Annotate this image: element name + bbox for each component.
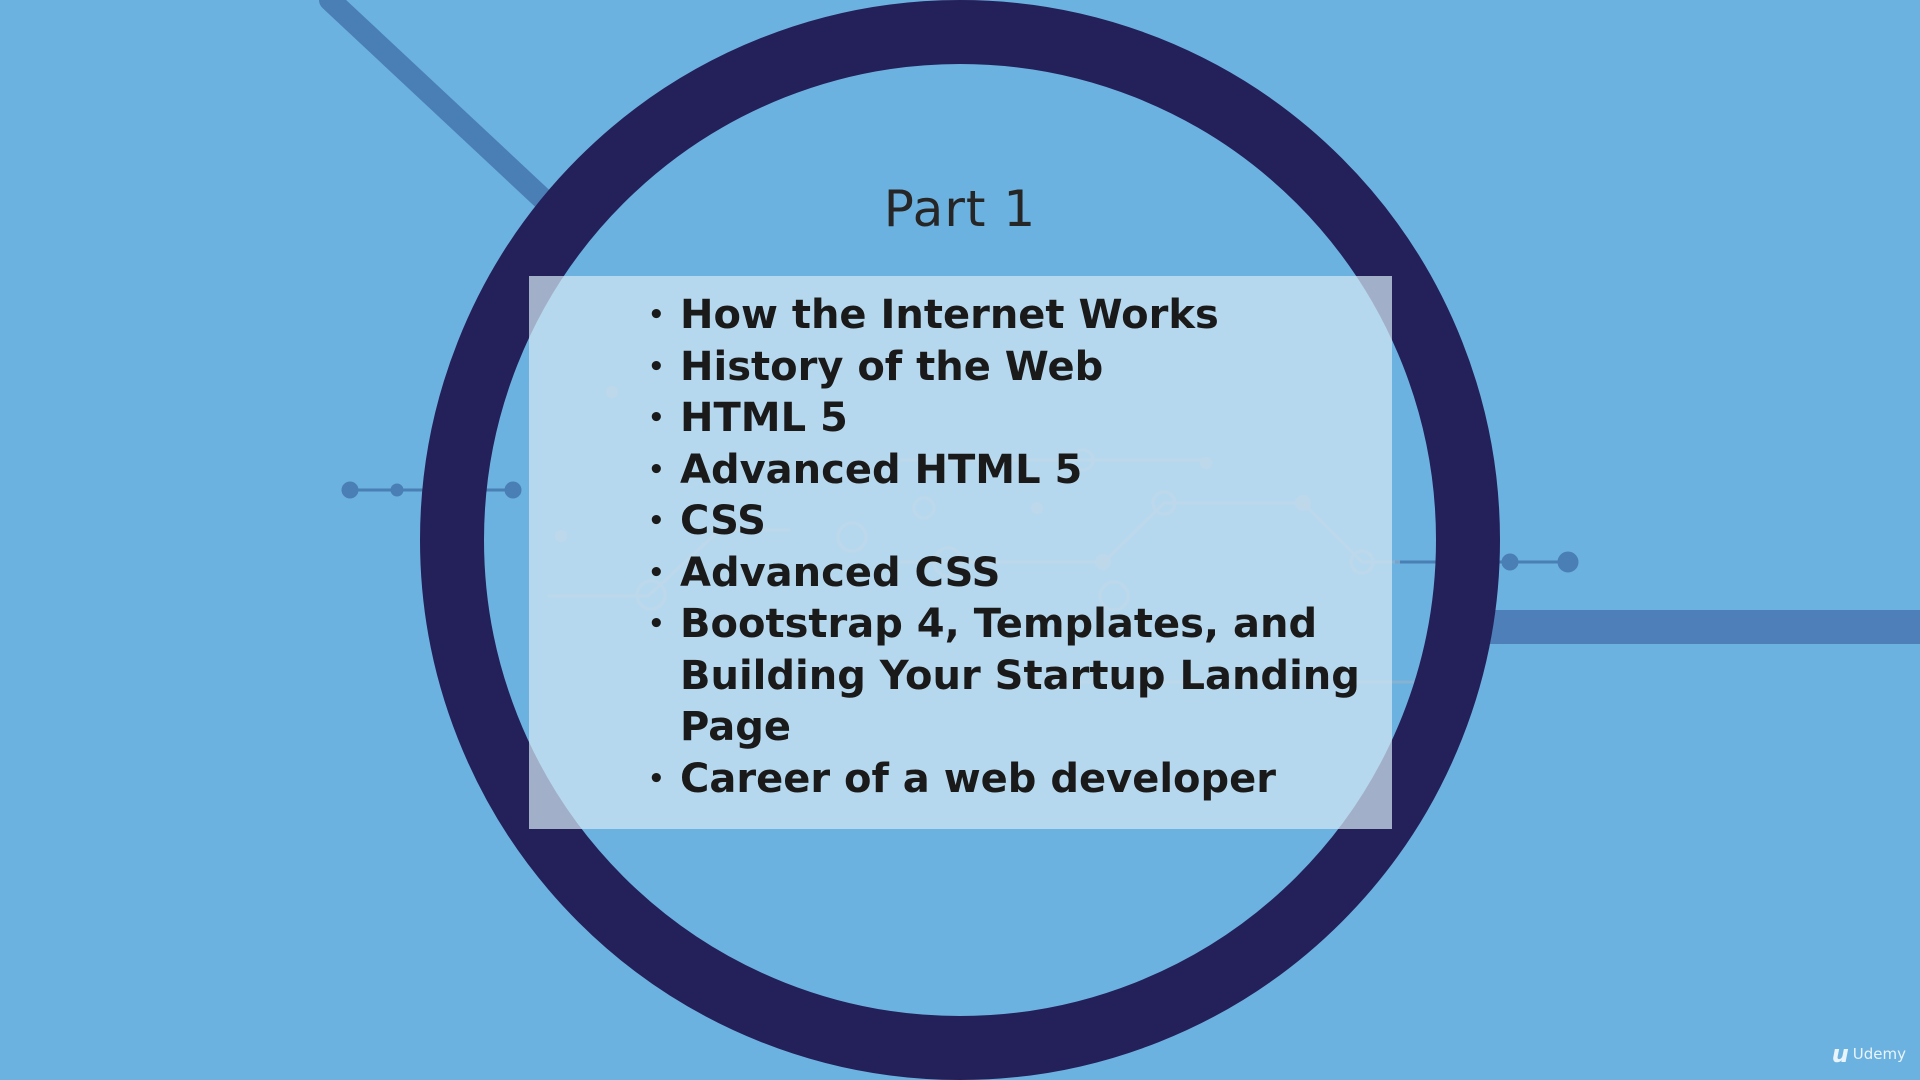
topic-label: History of the Web — [680, 343, 1104, 390]
topic-item: • History of the Web — [640, 342, 1360, 394]
udemy-logo-icon: u — [1831, 1040, 1849, 1068]
diagonal-beam — [319, 0, 571, 226]
topic-item: • CSS — [640, 496, 1360, 548]
topic-item: • How the Internet Works — [640, 290, 1360, 342]
slide: Part 1 • How the Internet Works • Histor… — [0, 0, 1920, 1080]
topic-item: • Career of a web developer — [640, 754, 1360, 806]
udemy-watermark: u Udemy — [1832, 1040, 1906, 1068]
bullet-icon: • — [648, 454, 665, 485]
bullet-icon: • — [648, 609, 665, 639]
topic-label: How the Internet Works — [680, 292, 1219, 338]
brand-name: Udemy — [1852, 1045, 1906, 1063]
topic-item: • Advanced CSS — [640, 548, 1360, 600]
topic-list: • How the Internet Works • History of th… — [640, 290, 1360, 805]
topic-item: • Bootstrap 4, Templates, and Building Y… — [640, 599, 1360, 754]
topic-label: Career of a web developer — [680, 755, 1276, 802]
bullet-icon: • — [648, 506, 665, 536]
bullet-icon: • — [648, 557, 665, 588]
bullet-icon: • — [648, 351, 665, 382]
topic-label: Bootstrap 4, Templates, and Building You… — [680, 601, 1360, 750]
bullet-icon: • — [648, 763, 665, 794]
topic-item: • HTML 5 — [640, 393, 1360, 445]
topic-label: HTML 5 — [680, 395, 848, 441]
topic-label: Advanced HTML 5 — [680, 446, 1083, 493]
topic-label: Advanced CSS — [680, 549, 1001, 596]
bullet-icon: • — [648, 300, 665, 330]
topic-item: • Advanced HTML 5 — [640, 445, 1360, 497]
topic-label: CSS — [680, 498, 766, 544]
slide-title: Part 1 — [883, 180, 1037, 238]
bullet-icon: • — [648, 403, 665, 433]
